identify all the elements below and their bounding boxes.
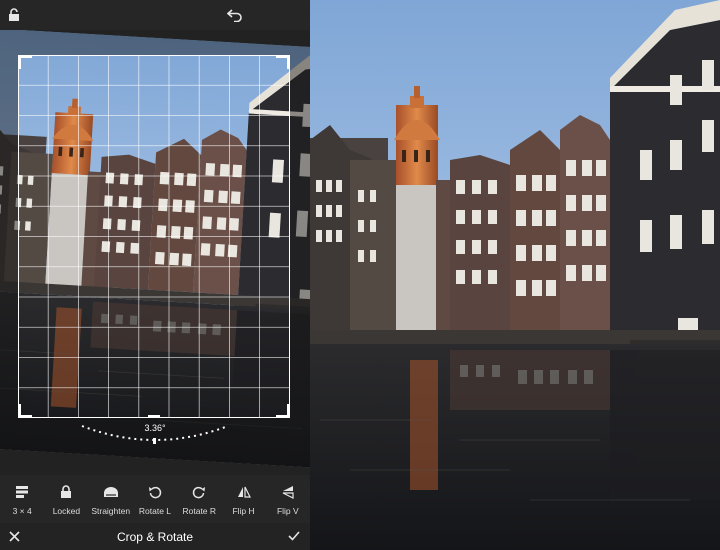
rotate-left-icon <box>146 484 164 500</box>
flip-horizontal-label: Flip H <box>232 506 255 516</box>
straighten-icon <box>102 484 120 500</box>
bottom-bar: Crop & Rotate <box>0 523 310 550</box>
straighten-label: Straighten <box>91 506 131 516</box>
lock-icon <box>57 484 75 500</box>
aspect-ratio-label: 3 × 4 <box>12 506 32 516</box>
crop-mask-left <box>0 55 18 418</box>
photo-preview <box>310 0 720 550</box>
flip-vertical-button[interactable]: Flip V <box>266 475 310 523</box>
straighten-button[interactable]: Straighten <box>89 475 133 523</box>
mode-title: Crop & Rotate <box>116 530 194 544</box>
crop-box[interactable] <box>18 55 290 418</box>
app-root: 3.36° 3 × 4 Locked Straighten Rotate L R… <box>0 0 720 550</box>
aspect-ratio-button[interactable]: 3 × 4 <box>0 475 44 523</box>
rotate-right-label: Rotate R <box>182 506 217 516</box>
crop-toolbar: 3 × 4 Locked Straighten Rotate L Rotate … <box>0 475 310 523</box>
flip-vertical-label: Flip V <box>276 506 299 516</box>
crop-grid <box>18 55 290 418</box>
rotate-left-button[interactable]: Rotate L <box>133 475 177 523</box>
crop-mask-right <box>290 55 310 418</box>
checkmark-icon[interactable] <box>286 528 302 544</box>
aspect-ratio-icon <box>13 484 31 500</box>
crop-lock-icon[interactable] <box>4 5 24 25</box>
flip-horizontal-button[interactable]: Flip H <box>221 475 265 523</box>
top-bar <box>0 0 310 30</box>
undo-icon[interactable] <box>225 5 245 25</box>
rotate-right-icon <box>190 484 208 500</box>
lock-button[interactable]: Locked <box>44 475 88 523</box>
canal-houses-photo <box>310 0 720 550</box>
crop-canvas[interactable]: 3.36° <box>0 30 310 475</box>
flip-horizontal-icon <box>235 484 253 500</box>
rotate-left-label: Rotate L <box>138 506 172 516</box>
editor-panel: 3.36° 3 × 4 Locked Straighten Rotate L R… <box>0 0 310 550</box>
rotation-dial[interactable] <box>78 418 232 448</box>
lock-label: Locked <box>52 506 81 516</box>
rotate-right-button[interactable]: Rotate R <box>177 475 221 523</box>
crop-mask-top <box>0 30 310 55</box>
flip-vertical-icon <box>279 484 297 500</box>
